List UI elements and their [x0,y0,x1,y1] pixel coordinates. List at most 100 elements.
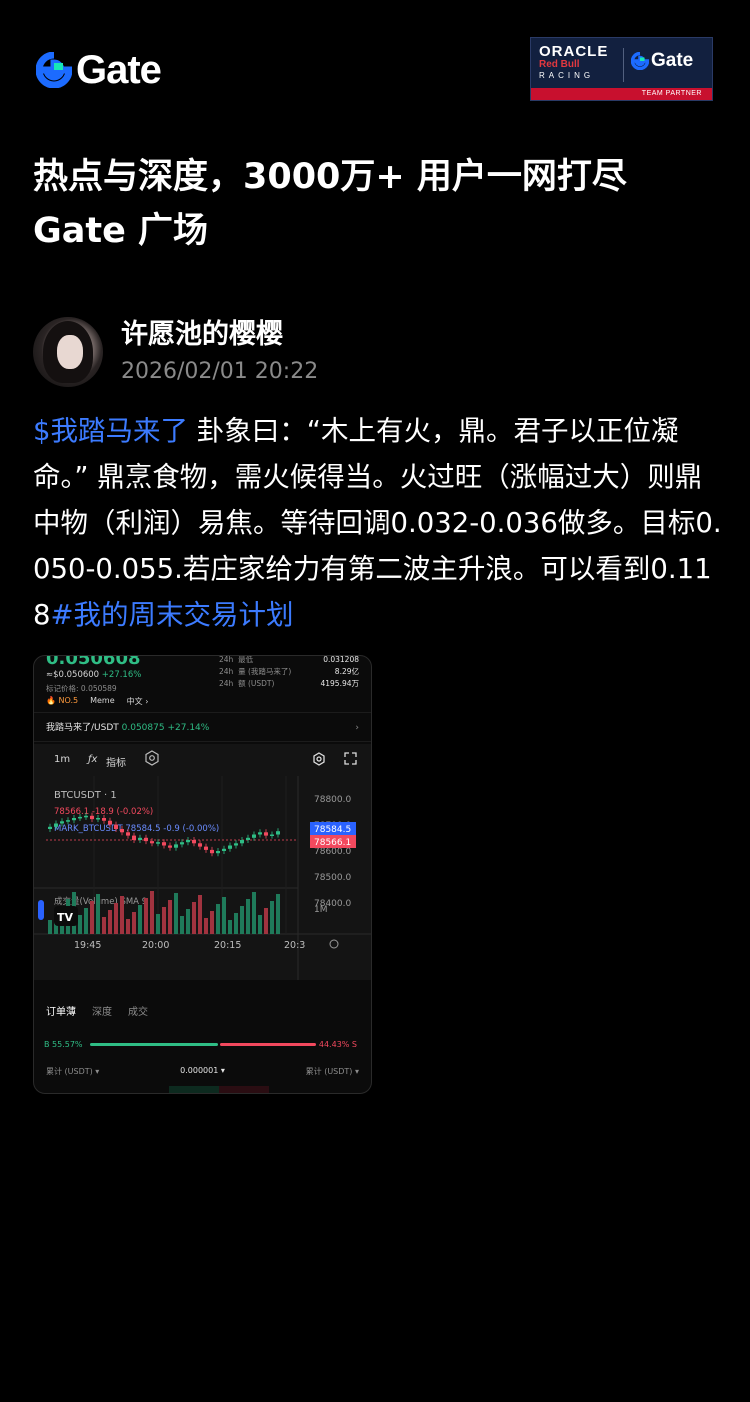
volume-bar [108,910,112,934]
shot-orderbook-tabs: 订单薄 深度 成交 [46,1003,148,1018]
candle-body [126,832,130,836]
candle-body [192,840,196,844]
shot-price-usd: ≈$0.050600 [46,670,100,680]
chart-left-handle [38,900,44,920]
volume-bar [138,905,142,934]
fullscreen-icon [344,752,357,768]
candle-body [162,842,166,846]
volume-bar [204,918,208,934]
foot-precision: 0.000001 ▾ [180,1066,225,1075]
last-price-tag-text: 78566.1 [314,838,351,848]
volume-bar [90,901,94,934]
shot-lang-badge: 中文 › [126,697,149,706]
candlestick-chart: 78800.078700.078600.078500.078400.078584… [34,776,371,980]
candle-body [246,837,250,840]
shot-stat-row: 24h 最低 0.031208 [219,655,359,664]
headline-line-1: 热点与深度，3000万+ 用户一网打尽 [33,157,627,197]
volume-bar [258,915,262,934]
post-timestamp: 2026/02/01 20:22 [121,359,319,384]
volume-bar [228,920,232,934]
badge-divider [623,48,624,82]
buy-ratio-bar [90,1043,218,1046]
page-headline: 热点与深度，3000万+ 用户一网打尽 Gate 广场 [33,150,723,258]
redbull-wordmark: Red Bull [539,59,580,70]
foot-left: 累计 (USDT) ▾ [46,1067,100,1076]
shot-pair-price: 0.050875 [121,723,165,733]
gate-logo[interactable]: Gate [35,47,162,92]
volume-bar [198,895,202,934]
symbol-label: BTCUSDT · 1 [54,790,117,801]
shot-interval: 1m [54,754,71,765]
candle-body [48,826,52,829]
candle-body [120,829,124,833]
coin-tag-link[interactable]: $我踏马来了 [33,415,188,447]
volume-bar [210,911,214,934]
sell-ratio-label: 44.43% S [318,1040,357,1049]
candle-body [90,815,94,820]
x-tick-label: 20:15 [214,940,241,951]
mark-price-tag-text: 78584.5 [314,825,351,835]
avatar[interactable] [33,317,103,387]
candle-body [132,835,136,840]
shot-pair-name: 我踏马来了/USDT [46,723,119,733]
volume-bar [114,903,118,934]
volume-bar [264,908,268,934]
headline-line-2: Gate 广场 [33,211,209,251]
topic-tag-link[interactable]: #我的周末交易计划 [51,599,294,631]
shot-stat-row: 24h 额 (USDT) 4195.94万 [219,679,359,688]
chevron-right-icon: › [355,723,359,733]
volume-tick: 1M [314,905,328,915]
timeaxis-settings-icon [329,939,339,949]
volume-bar [192,902,196,934]
chart-settings-icon [312,752,326,769]
volume-bar [252,892,256,934]
candle-body [234,843,238,846]
sell-ratio-bar [220,1043,316,1046]
shot-big-price: 0.050608 [46,655,141,669]
buy-ratio-label: B 55.57% [44,1040,83,1049]
gate-badge-text: Gate [651,50,694,71]
gate-logo-icon [35,51,73,89]
gate-logo-text: Gate [76,47,162,92]
volume-bar [102,917,106,934]
tab-depth: 深度 [92,1007,112,1018]
candle-body [114,824,118,829]
candle-body [276,831,280,835]
candle-body [252,834,256,838]
volume-bar [186,909,190,934]
volume-bar [150,891,154,934]
candle-body [72,818,76,821]
shot-rank-badge: 🔥 NO.5 [46,696,79,705]
candle-body [174,844,178,848]
volume-bar [84,908,88,934]
volume-bar [144,898,148,934]
tab-trades: 成交 [128,1007,148,1018]
volume-bar [78,915,82,934]
candle-body [204,846,208,850]
volume-bar [216,904,220,934]
gate-small-icon [631,52,649,70]
foot-right: 累计 (USDT) ▾ [305,1067,359,1076]
candle-body [264,832,268,836]
volume-bar [96,894,100,934]
volume-bar [222,897,226,934]
shot-stat-row: 24h 量 (我踏马来了) 8.29亿 [219,667,359,676]
author-name[interactable]: 许愿池的樱樱 [121,317,283,353]
candle-body [198,843,202,847]
candle-body [258,832,262,835]
volume-bar [156,914,160,934]
candle-body [240,840,244,844]
post-image[interactable]: 0.050608 ≈$0.050600 +27.16% 标记价格: 0.0505… [33,655,372,1094]
candle-body [102,818,106,821]
candle-body [180,842,184,845]
shot-meme-badge: Meme [90,696,115,705]
avatar-face [57,335,83,369]
candle-body [270,834,274,836]
shot-mark-price: 标记价格: 0.050589 [46,684,117,693]
volume-bar [180,916,184,934]
shot-badges: 🔥 NO.5 Meme 中文 › [46,696,148,707]
y-tick-label: 78500.0 [314,873,351,883]
y-tick-label: 78600.0 [314,847,351,857]
team-partner-badge: ORACLE Red Bull RACING Gate TEAM PARTNER [530,37,713,101]
candle-body [66,820,70,822]
